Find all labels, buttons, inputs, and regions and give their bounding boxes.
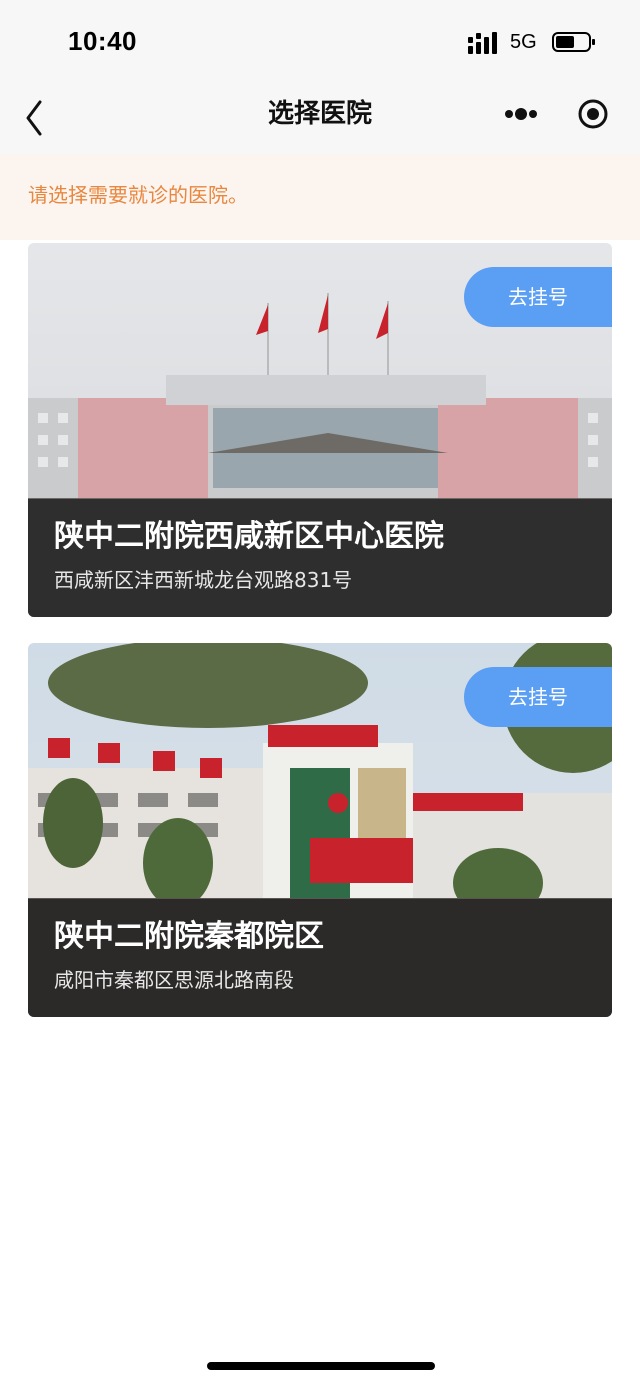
signal-icon: [468, 32, 497, 54]
hospital-name: 陕中二附院秦都院区: [54, 919, 324, 954]
home-indicator[interactable]: [207, 1362, 435, 1370]
hospital-card[interactable]: 去挂号 陕中二附院秦都院区 咸阳市秦都区思源北路南段: [28, 643, 612, 1017]
more-icon[interactable]: [503, 104, 539, 124]
status-time: 10:40: [68, 26, 137, 56]
card-caption: 陕中二附院秦都院区 咸阳市秦都区思源北路南段: [28, 899, 612, 1017]
hospital-card[interactable]: 去挂号 陕中二附院西咸新区中心医院 西咸新区沣西新城龙台观路831号: [28, 243, 612, 617]
book-button[interactable]: 去挂号: [464, 267, 612, 327]
nav-bar: 选择医院: [0, 84, 640, 154]
target-icon[interactable]: [576, 97, 610, 131]
notice-banner: 请选择需要就诊的医院。: [0, 154, 640, 240]
notice-text: 请选择需要就诊的医院。: [28, 183, 248, 207]
network-label: 5G: [510, 31, 537, 53]
book-button[interactable]: 去挂号: [464, 667, 612, 727]
hospital-address: 西咸新区沣西新城龙台观路831号: [54, 568, 353, 592]
hospital-name: 陕中二附院西咸新区中心医院: [54, 519, 444, 554]
hospital-address: 咸阳市秦都区思源北路南段: [54, 968, 294, 992]
status-bar: 10:40 5G: [0, 0, 640, 84]
card-caption: 陕中二附院西咸新区中心医院 西咸新区沣西新城龙台观路831号: [28, 499, 612, 617]
battery-icon: [552, 32, 595, 52]
capsule-divider: [556, 102, 557, 132]
page-title: 选择医院: [267, 99, 372, 129]
